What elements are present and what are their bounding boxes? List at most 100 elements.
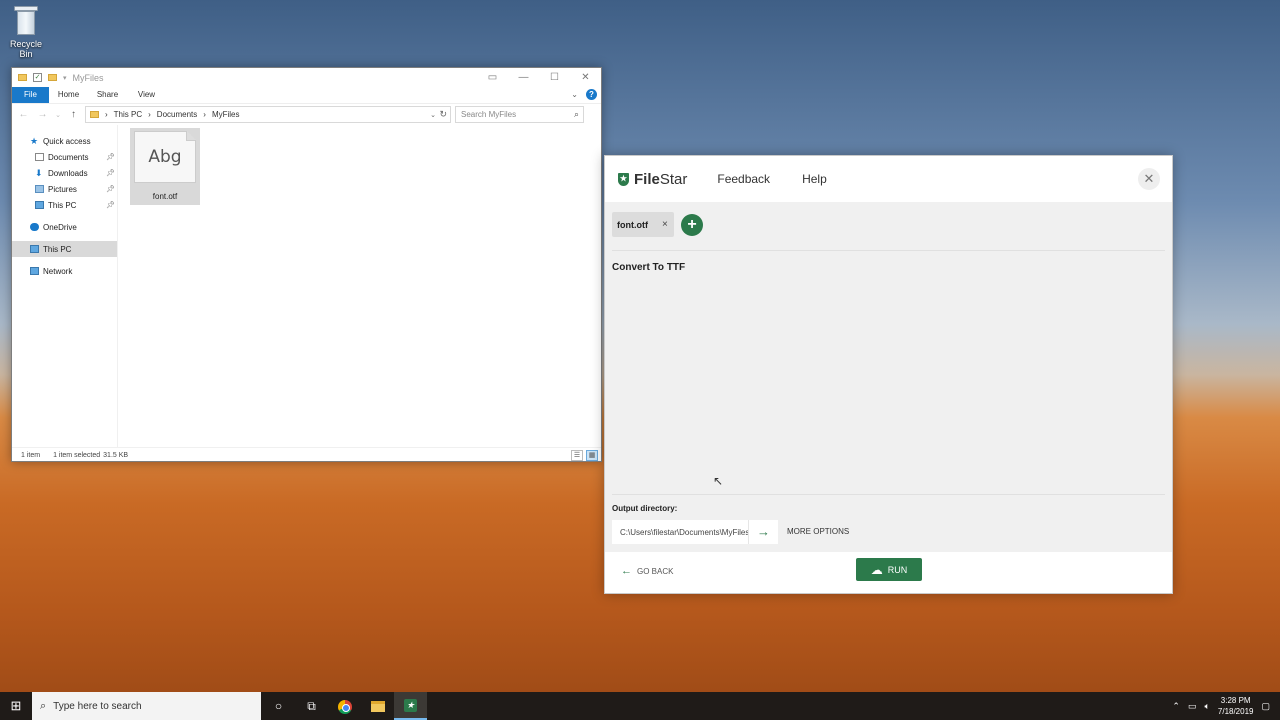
nav-this-pc-pinned[interactable]: This PC 📌︎ — [12, 197, 117, 213]
item-count: 1 item — [21, 452, 41, 459]
chrome-icon[interactable] — [328, 692, 361, 720]
volume-icon[interactable]: 🔈︎ — [1204, 701, 1209, 712]
explorer-titlebar[interactable]: ✓ ▾ MyFiles ▭ — ☐ ✕ — [12, 68, 601, 87]
remove-file-icon[interactable]: × — [662, 219, 668, 230]
window-title: MyFiles — [72, 72, 104, 83]
nav-quick-access[interactable]: ★ Quick access — [12, 133, 117, 149]
status-bar: 1 item 1 item selected 31.5 KB ☰ ▦ — [12, 447, 601, 463]
nav-this-pc[interactable]: This PC — [12, 241, 117, 257]
star-icon: ★ — [30, 136, 39, 146]
cloud-upload-icon: ☁ — [870, 562, 883, 577]
go-back-label: GO BACK — [637, 566, 674, 576]
nav-label: OneDrive — [43, 222, 77, 232]
output-directory-field[interactable]: C:\Users\filestar\Documents\MyFiles → — [612, 520, 778, 544]
nav-documents[interactable]: Documents 📌︎ — [12, 149, 117, 165]
nav-pictures[interactable]: Pictures 📌︎ — [12, 181, 117, 197]
pin-icon: 📌︎ — [106, 202, 115, 209]
action-title: Convert To TTF — [612, 262, 686, 273]
go-back-button[interactable]: ← GO BACK — [621, 565, 673, 577]
help-icon[interactable]: ? — [586, 89, 597, 100]
filestar-taskbar-icon[interactable]: ★ — [394, 692, 427, 720]
output-path: C:\Users\filestar\Documents\MyFiles — [620, 527, 750, 537]
search-icon: ⌕ — [40, 699, 47, 712]
folder-icon — [18, 74, 27, 81]
system-tray: ⌃ ▭ 🔈︎ 3:28 PM 7/18/2019 ▢ — [1172, 695, 1280, 717]
divider — [612, 250, 1165, 251]
nav-label: Downloads — [48, 168, 88, 178]
path-separator-icon: › — [203, 110, 206, 119]
address-dropdown-icon[interactable]: ⌄ — [430, 111, 436, 119]
search-icon: ⌕ — [573, 109, 579, 119]
path-separator-icon: › — [105, 110, 108, 119]
taskbar-search-placeholder: Type here to search — [53, 700, 142, 712]
add-file-button[interactable]: + — [681, 214, 703, 236]
nav-label: This PC — [48, 200, 77, 210]
breadcrumb-documents[interactable]: Documents — [157, 110, 197, 119]
details-view-icon[interactable]: ☰ — [571, 450, 583, 461]
more-options-button[interactable]: MORE OPTIONS — [787, 527, 849, 536]
tab-home[interactable]: Home — [49, 87, 88, 103]
clock[interactable]: 3:28 PM 7/18/2019 — [1218, 695, 1254, 717]
help-link[interactable]: Help — [802, 172, 827, 186]
pin-icon: 📌︎ — [106, 154, 115, 161]
filestar-logo: ★ File Star — [618, 171, 687, 188]
large-icons-view-icon[interactable]: ▦ — [586, 450, 598, 461]
window-mode-icon[interactable]: ▭ — [477, 68, 508, 87]
maximize-button[interactable]: ☐ — [539, 68, 570, 87]
network-icon — [30, 267, 39, 275]
output-directory-label: Output directory: — [612, 504, 678, 513]
properties-icon[interactable]: ✓ — [33, 73, 42, 82]
path-separator-icon: › — [148, 110, 151, 119]
notifications-icon[interactable]: ▢ — [1261, 701, 1270, 712]
navigation-pane: ★ Quick access Documents 📌︎ ⬇ Downloads … — [12, 125, 117, 447]
ribbon-tabs: File Home Share View ⌄ ? — [12, 87, 601, 103]
font-file-icon: Abg — [134, 131, 196, 183]
windows-start-icon[interactable]: ⊞ — [0, 698, 32, 714]
nav-onedrive[interactable]: OneDrive — [12, 219, 117, 235]
cortana-icon[interactable]: ○ — [262, 692, 295, 720]
back-icon[interactable]: ← — [16, 109, 31, 120]
arrow-left-icon: ← — [621, 565, 632, 577]
nav-label: Quick access — [43, 136, 91, 146]
forward-icon[interactable]: → — [35, 109, 50, 120]
file-explorer-icon[interactable] — [361, 692, 394, 720]
feedback-link[interactable]: Feedback — [717, 172, 770, 186]
cloud-icon — [30, 223, 39, 231]
nav-network[interactable]: Network — [12, 263, 117, 279]
address-bar-row: ← → ⌄ ↑ › This PC › Documents › MyFiles … — [12, 103, 601, 125]
file-explorer-window: ✓ ▾ MyFiles ▭ — ☐ ✕ File Home Share View… — [11, 67, 602, 462]
address-bar[interactable]: › This PC › Documents › MyFiles ⌄ ↻ — [85, 106, 451, 123]
file-list: Abg font.otf — [117, 125, 601, 447]
nav-downloads[interactable]: ⬇ Downloads 📌︎ — [12, 165, 117, 181]
search-placeholder: Search MyFiles — [461, 110, 517, 119]
selection-count: 1 item selected — [53, 452, 101, 459]
pin-icon: 📌︎ — [106, 170, 115, 177]
minimize-button[interactable]: — — [508, 68, 539, 87]
chevron-up-icon[interactable]: ⌃ — [1172, 701, 1180, 712]
up-icon[interactable]: ↑ — [66, 109, 81, 120]
close-button[interactable]: ✕ — [570, 68, 601, 87]
taskbar-search-input[interactable]: ⌕ Type here to search — [32, 692, 261, 720]
tab-view[interactable]: View — [127, 87, 166, 103]
refresh-icon[interactable]: ↻ — [439, 109, 447, 120]
tab-share[interactable]: Share — [88, 87, 127, 103]
arrow-right-icon[interactable]: → — [748, 520, 778, 544]
recycle-bin-shortcut[interactable]: Recycle Bin — [4, 4, 48, 59]
file-item-font[interactable]: Abg font.otf — [130, 128, 200, 205]
pictures-icon — [35, 185, 44, 193]
network-icon[interactable]: ▭ — [1188, 701, 1197, 712]
recycle-bin-icon — [14, 6, 38, 36]
run-button[interactable]: ☁ RUN — [856, 558, 922, 581]
tab-file[interactable]: File — [12, 87, 49, 103]
task-view-icon[interactable]: ⧉ — [295, 692, 328, 720]
search-input[interactable]: Search MyFiles ⌕ — [455, 106, 584, 123]
downloads-icon: ⬇ — [35, 168, 43, 178]
breadcrumb-this-pc[interactable]: This PC — [114, 110, 142, 119]
breadcrumb-myfiles[interactable]: MyFiles — [212, 110, 240, 119]
new-folder-icon[interactable] — [48, 74, 57, 81]
close-icon[interactable]: ✕ — [1138, 168, 1160, 190]
recent-locations-icon[interactable]: ⌄ — [54, 111, 62, 119]
quick-access-dropdown-icon[interactable]: ▾ — [63, 74, 67, 82]
expand-ribbon-icon[interactable]: ⌄ — [571, 90, 578, 99]
mouse-cursor-icon: ↖ — [713, 474, 724, 488]
